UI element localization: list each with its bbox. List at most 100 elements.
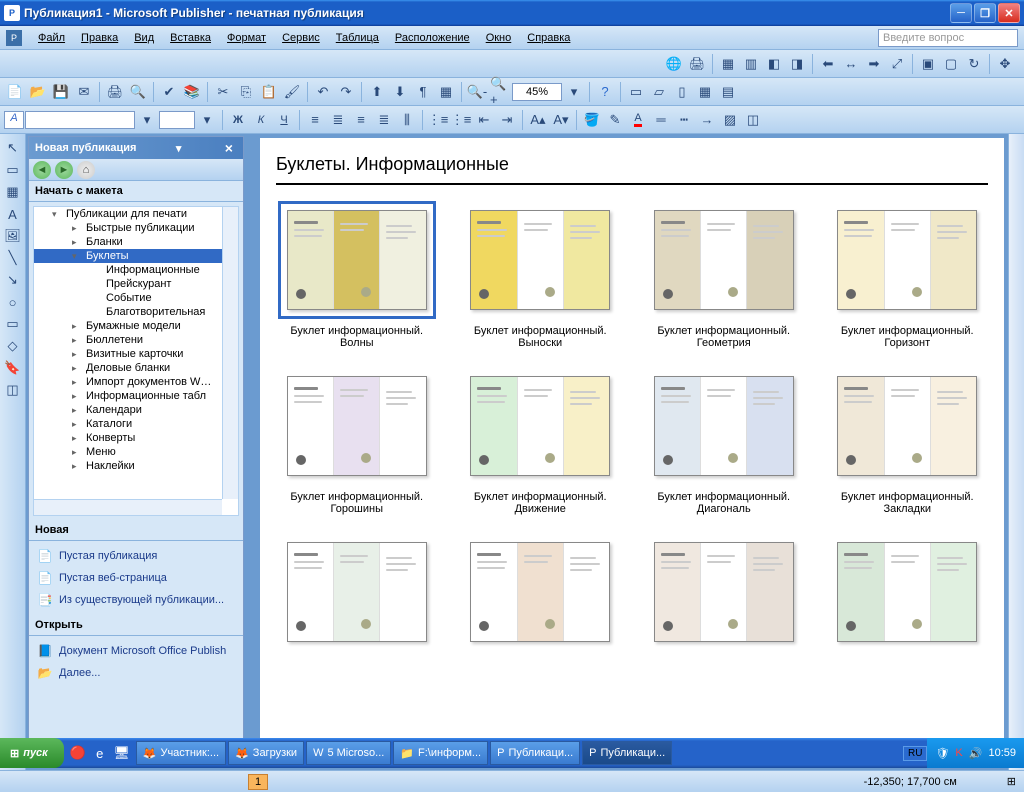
tree-scrollbar-h[interactable]	[34, 499, 222, 515]
line-color-icon[interactable]: ✎	[604, 109, 626, 131]
rect-tool-icon[interactable]: ▭	[3, 314, 23, 334]
menu-format[interactable]: Формат	[219, 30, 274, 46]
font-scheme-icon[interactable]: ◨	[786, 53, 808, 75]
tree-item[interactable]: ▸Наклейки	[34, 459, 238, 473]
tree-item[interactable]: ▾Публикации для печати	[34, 207, 238, 221]
3d-icon[interactable]: ◫	[742, 109, 764, 131]
preview-icon[interactable]: 🔍	[127, 81, 149, 103]
save-icon[interactable]: 💾	[50, 81, 72, 103]
gallery-item[interactable]: Буклет информационный. Горошины	[276, 367, 438, 519]
table-tool-icon[interactable]: ▦	[3, 182, 23, 202]
tray-shield-icon[interactable]: 🛡	[935, 747, 949, 760]
gallery-item[interactable]: Буклет информационный. Волны	[276, 201, 438, 353]
font-name-input[interactable]	[25, 111, 135, 129]
columns-icon[interactable]: ▦	[717, 53, 739, 75]
mail-icon[interactable]: ✉	[73, 81, 95, 103]
zoom-in-icon[interactable]: 🔍+	[489, 81, 511, 103]
redo-icon[interactable]: ↷	[335, 81, 357, 103]
pointer-tool-icon[interactable]: ↖	[3, 138, 23, 158]
nudge-icon[interactable]: ✥	[994, 53, 1016, 75]
style-indicator[interactable]: A	[4, 111, 24, 129]
tree-item[interactable]: Благотворительная	[34, 305, 238, 319]
start-button[interactable]: ⊞ пуск	[0, 738, 64, 768]
tool2-icon[interactable]: ▱	[648, 81, 670, 103]
link-more[interactable]: 📂Далее...	[29, 662, 243, 684]
ql-desktop-icon[interactable]: 🖥	[112, 743, 132, 763]
picture-tool-icon[interactable]: 🖼	[3, 226, 23, 246]
cut-icon[interactable]: ✂	[212, 81, 234, 103]
tree-item[interactable]: ▸Календари	[34, 403, 238, 417]
nav-back-icon[interactable]: ◄	[33, 161, 51, 179]
fit-width-icon[interactable]: ⤢	[886, 53, 908, 75]
tree-item[interactable]: ▸Меню	[34, 445, 238, 459]
tree-item[interactable]: ▸Быстрые публикации	[34, 221, 238, 235]
link-from-existing[interactable]: 📑Из существующей публикации...	[29, 589, 243, 611]
ask-question-input[interactable]: Введите вопрос	[878, 29, 1018, 47]
special-chars-icon[interactable]: ¶	[412, 81, 434, 103]
gallery-item[interactable]: Буклет информационный. Геометрия	[643, 201, 805, 353]
new-icon[interactable]: 📄	[4, 81, 26, 103]
taskbar-item[interactable]: W5 Microso...	[306, 741, 391, 765]
fill-color-icon[interactable]: 🪣	[581, 109, 603, 131]
font-color-icon[interactable]: A	[627, 109, 649, 131]
gallery-item[interactable]: Буклет информационный. Диагональ	[643, 367, 805, 519]
wordart-tool-icon[interactable]: A	[3, 204, 23, 224]
gallery-item[interactable]	[460, 533, 622, 685]
rotate-icon[interactable]: ↻	[963, 53, 985, 75]
bookmark-tool-icon[interactable]: 🔖	[3, 358, 23, 378]
tree-item[interactable]: ▸Импорт документов W…	[34, 375, 238, 389]
zoom-input[interactable]	[512, 83, 562, 101]
tree-item[interactable]: ▸Конверты	[34, 431, 238, 445]
tray-clock[interactable]: 10:59	[988, 747, 1016, 759]
taskbar-item[interactable]: 🦊Загрузки	[228, 741, 304, 765]
zoom-out-icon[interactable]: 🔍-	[466, 81, 488, 103]
arrow-style-icon[interactable]: →	[696, 109, 718, 131]
format-painter-icon[interactable]: 🖌	[281, 81, 303, 103]
close-button[interactable]: ✕	[998, 3, 1020, 23]
tool1-icon[interactable]: ▭	[625, 81, 647, 103]
tree-item[interactable]: ▸Деловые бланки	[34, 361, 238, 375]
ql-opera-icon[interactable]: 🔴	[68, 743, 88, 763]
menu-insert[interactable]: Вставка	[162, 30, 219, 46]
align-center2-icon[interactable]: ≣	[327, 109, 349, 131]
design-gallery-icon[interactable]: ◫	[3, 380, 23, 400]
link-recent-doc[interactable]: 📘Документ Microsoft Office Publish	[29, 640, 243, 662]
taskpane-dropdown-icon[interactable]: ▾	[176, 142, 182, 155]
web-preview-icon[interactable]: 🌐	[663, 53, 685, 75]
spell-icon[interactable]: ✔	[158, 81, 180, 103]
menu-table[interactable]: Таблица	[328, 30, 387, 46]
menu-file[interactable]: Файл	[30, 30, 73, 46]
tool5-icon[interactable]: ▤	[717, 81, 739, 103]
taskpane-close-icon[interactable]: ×	[221, 140, 237, 156]
arrow-tool-icon[interactable]: ↘	[3, 270, 23, 290]
research-icon[interactable]: 📚	[181, 81, 203, 103]
tray-volume-icon[interactable]: 🔊	[969, 747, 983, 760]
menu-edit[interactable]: Правка	[73, 30, 126, 46]
language-indicator[interactable]: RU	[903, 746, 927, 761]
justify-icon[interactable]: ≣	[373, 109, 395, 131]
underline-icon[interactable]: Ч	[273, 109, 295, 131]
tree-item[interactable]: Информационные	[34, 263, 238, 277]
textbox-tool-icon[interactable]: ▭	[3, 160, 23, 180]
size-dropdown-icon[interactable]: ▾	[196, 109, 218, 131]
align-right2-icon[interactable]: ≡	[350, 109, 372, 131]
align-center-h-icon[interactable]: ↔	[840, 53, 862, 75]
tool4-icon[interactable]: ▦	[694, 81, 716, 103]
line-style-icon[interactable]: ═	[650, 109, 672, 131]
indent-dec-icon[interactable]: ⇤	[473, 109, 495, 131]
shadow-icon[interactable]: ▨	[719, 109, 741, 131]
tray-antivirus-icon[interactable]: K	[955, 747, 962, 759]
send-back-icon[interactable]: ⬇	[389, 81, 411, 103]
font-grow-icon[interactable]: A▴	[527, 109, 549, 131]
gallery-item[interactable]: Буклет информационный. Закладки	[827, 367, 989, 519]
align-right-icon[interactable]: ➡	[863, 53, 885, 75]
align-left2-icon[interactable]: ≡	[304, 109, 326, 131]
bring-front-icon[interactable]: ⬆	[366, 81, 388, 103]
indent-inc-icon[interactable]: ⇥	[496, 109, 518, 131]
undo-icon[interactable]: ↶	[312, 81, 334, 103]
help-icon[interactable]: ?	[594, 81, 616, 103]
align-left-icon[interactable]: ⬅	[817, 53, 839, 75]
group-icon[interactable]: ▣	[917, 53, 939, 75]
menu-window[interactable]: Окно	[478, 30, 520, 46]
nav-home-icon[interactable]: ⌂	[77, 161, 95, 179]
